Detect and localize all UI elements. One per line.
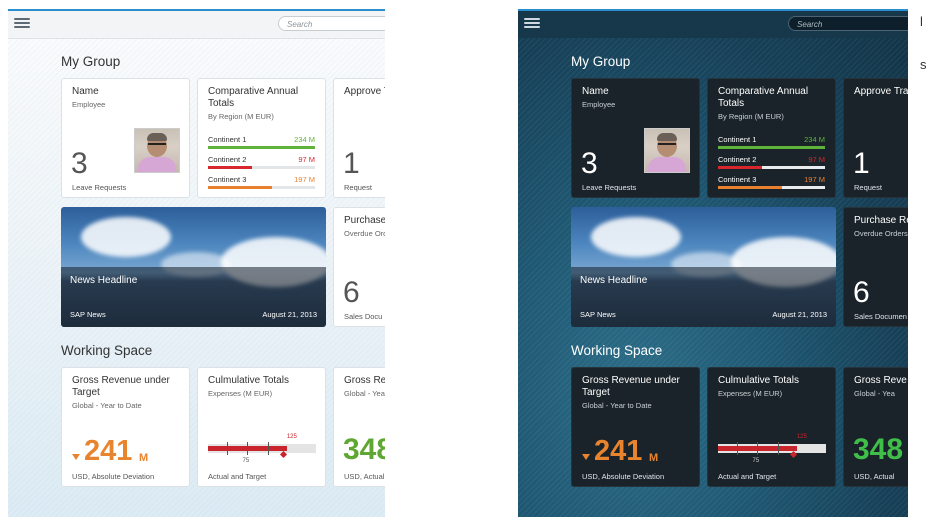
- kpi-value: 348: [853, 433, 904, 466]
- news-source: SAP News: [70, 310, 106, 319]
- tile-count: 3: [71, 147, 88, 180]
- news-date: August 21, 2013: [772, 310, 827, 319]
- tile-count: 6: [853, 276, 870, 309]
- news-source: SAP News: [580, 310, 616, 319]
- cumulative-totals-tile[interactable]: Culmulative Totals Expenses (M EUR) 125 …: [197, 367, 326, 487]
- tile-footer: Sales Docu: [344, 312, 383, 321]
- tile-subtitle: By Region (M EUR): [718, 112, 784, 121]
- target-label: 125: [286, 434, 297, 440]
- tile-title: Culmulative Totals: [718, 375, 799, 386]
- tile-title: Gross Revenue under Target: [72, 375, 170, 398]
- tile-footer: USD, Actual: [344, 472, 385, 481]
- down-arrow-icon: [72, 454, 80, 460]
- tile-subtitle: Global - Yea: [854, 389, 895, 398]
- tile-footer: Request: [344, 183, 372, 192]
- employee-tile[interactable]: Name Employee 3 Leave Requests: [571, 78, 700, 198]
- tile-subtitle: Expenses (M EUR): [208, 389, 273, 398]
- tile-subtitle: Employee: [72, 100, 106, 109]
- tile-footer: Actual and Target: [718, 472, 777, 481]
- news-date: August 21, 2013: [262, 310, 317, 319]
- tile-count: 6: [343, 276, 360, 309]
- dark-theme-panel: Search My Group Name Employee 3 Leave Re…: [518, 9, 908, 517]
- news-headline: News Headline: [70, 275, 138, 286]
- section-title-my-group: My Group: [571, 54, 631, 69]
- bullet-chart: 125 75: [718, 434, 826, 466]
- tile-title: Name: [72, 86, 99, 97]
- comparison-row: Continent 3 197 M: [208, 175, 315, 193]
- tile-title: Comparative Annual Totals: [718, 86, 809, 109]
- avatar: [644, 128, 690, 173]
- employee-tile[interactable]: Name Employee 3 Leave Requests: [61, 78, 190, 198]
- tile-footer: Sales Documen: [854, 312, 907, 321]
- tile-title: Approve Tra: [854, 86, 908, 97]
- marker-label: 75: [752, 458, 760, 464]
- tile-subtitle: Overdue Ord: [344, 229, 385, 238]
- comparison-row: Continent 1 234 M: [718, 135, 825, 153]
- tile-footer: Actual and Target: [208, 472, 267, 481]
- target-label: 125: [796, 434, 807, 440]
- news-headline: News Headline: [580, 275, 648, 286]
- tile-footer: Request: [854, 183, 882, 192]
- tile-footer: USD, Absolute Deviation: [582, 472, 665, 481]
- comparative-totals-tile[interactable]: Comparative Annual Totals By Region (M E…: [707, 78, 836, 198]
- tile-title: Approve T: [344, 86, 385, 97]
- tile-count: 1: [853, 147, 870, 180]
- tile-footer: USD, Actual: [854, 472, 895, 481]
- tile-count: 3: [581, 147, 598, 180]
- kpi-value: 348: [343, 433, 385, 466]
- tile-footer: USD, Absolute Deviation: [72, 472, 155, 481]
- tile-title: Gross Re: [344, 375, 385, 386]
- comparison-row: Continent 2 97 M: [718, 155, 825, 173]
- tile-title: Gross Revenue under Target: [582, 375, 680, 398]
- search-input[interactable]: Search: [278, 16, 385, 31]
- tile-footer: Leave Requests: [582, 183, 637, 192]
- news-tile[interactable]: News Headline SAP News August 21, 2013: [571, 207, 836, 327]
- tile-subtitle: Overdue Orders: [854, 229, 908, 238]
- gross-revenue-tile[interactable]: Gross Revenue under Target Global - Year…: [61, 367, 190, 487]
- cumulative-totals-tile[interactable]: Culmulative Totals Expenses (M EUR) 125 …: [707, 367, 836, 487]
- gross-revenue-tile[interactable]: Gross Revenue under Target Global - Year…: [571, 367, 700, 487]
- comparative-totals-tile[interactable]: Comparative Annual Totals By Region (M E…: [197, 78, 326, 198]
- tile-title: Gross Reve: [854, 375, 907, 386]
- tile-subtitle: Employee: [582, 100, 616, 109]
- tile-title: Culmulative Totals: [208, 375, 289, 386]
- hamburger-menu-icon[interactable]: [523, 16, 541, 30]
- tile-subtitle: By Region (M EUR): [208, 112, 274, 121]
- purchase-orders-tile[interactable]: Purchase Re Overdue Orders 6 Sales Docum…: [843, 207, 908, 327]
- comparison-row: Continent 2 97 M: [208, 155, 315, 173]
- light-theme-panel: Search My Group Name Employee 3 Leave Re…: [8, 9, 385, 517]
- avatar: [134, 128, 180, 173]
- section-title-working-space: Working Space: [61, 343, 153, 358]
- news-tile[interactable]: News Headline SAP News August 21, 2013: [61, 207, 326, 327]
- side-text-fragment: s: [920, 57, 927, 72]
- approve-requests-tile[interactable]: Approve T 1 Request: [333, 78, 385, 198]
- tile-title: Comparative Annual Totals: [208, 86, 299, 109]
- comparison-row: Continent 3 197 M: [718, 175, 825, 193]
- tile-subtitle: Global - Year to Date: [72, 401, 142, 410]
- comparison-row: Continent 1 234 M: [208, 135, 315, 153]
- tile-count: 1: [343, 147, 360, 180]
- gross-revenue-actual-tile[interactable]: Gross Re Global - Yea 348 USD, Actual: [333, 367, 385, 487]
- purchase-orders-tile[interactable]: Purchase Overdue Ord 6 Sales Docu: [333, 207, 385, 327]
- search-input[interactable]: Search: [788, 16, 908, 31]
- shell-header: Search: [8, 9, 385, 39]
- tile-subtitle: Global - Yea: [344, 389, 385, 398]
- shell-header: Search: [518, 9, 908, 38]
- tile-footer: Leave Requests: [72, 183, 127, 192]
- tile-title: Purchase Re: [854, 215, 908, 226]
- tile-subtitle: Expenses (M EUR): [718, 389, 783, 398]
- tile-title: Name: [582, 86, 609, 97]
- tile-title: Purchase: [344, 215, 385, 226]
- approve-requests-tile[interactable]: Approve Tra 1 Request: [843, 78, 908, 198]
- tile-subtitle: Global - Year to Date: [582, 401, 652, 410]
- bullet-chart: 125 75: [208, 434, 316, 466]
- gross-revenue-actual-tile[interactable]: Gross Reve Global - Yea 348 USD, Actual: [843, 367, 908, 487]
- side-text-fragment: l: [920, 14, 923, 29]
- hamburger-menu-icon[interactable]: [13, 16, 31, 30]
- section-title-my-group: My Group: [61, 54, 121, 69]
- section-title-working-space: Working Space: [571, 343, 663, 358]
- down-arrow-icon: [582, 454, 590, 460]
- marker-label: 75: [242, 458, 250, 464]
